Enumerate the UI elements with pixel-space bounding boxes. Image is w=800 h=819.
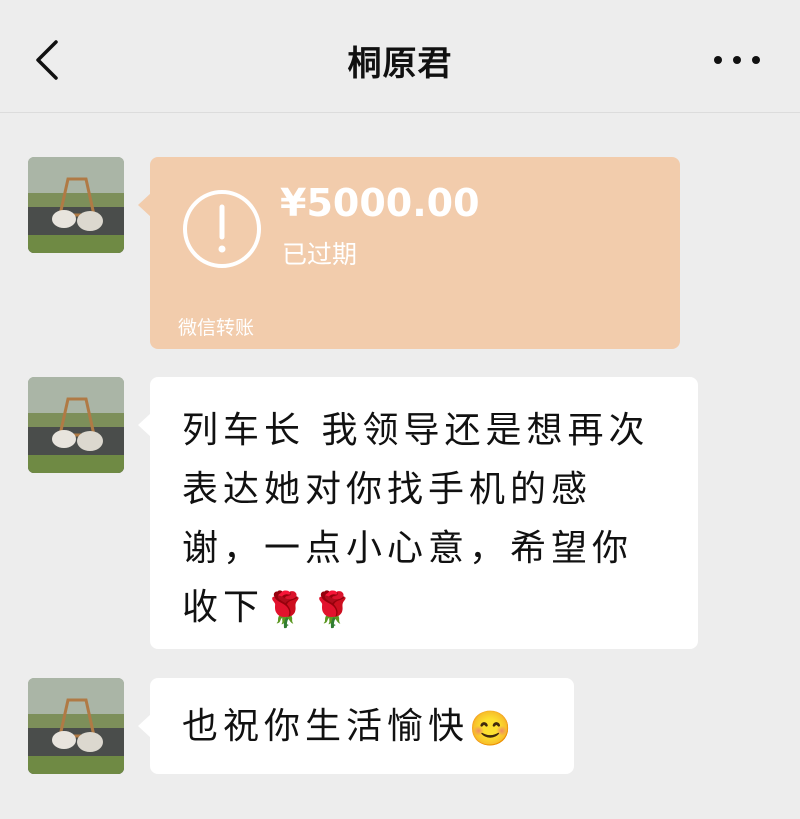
avatar[interactable] xyxy=(28,678,124,774)
message-bubble[interactable]: 也祝你生活愉快😊 xyxy=(138,678,574,774)
message-text-body: 列车长 我领导还是想再次 表达她对你找手机的感 谢，一点小心意，希望你 收下 xyxy=(182,410,650,628)
exclamation-circle-icon xyxy=(180,187,264,271)
transfer-status: 已过期 xyxy=(282,240,358,269)
more-dots-icon[interactable] xyxy=(712,50,762,70)
transfer-card[interactable]: ¥5000.00 已过期 微信转账 xyxy=(138,157,680,349)
message-bubble[interactable]: 列车长 我领导还是想再次 表达她对你找手机的感 谢，一点小心意，希望你 收下🌹🌹 xyxy=(138,377,698,649)
transfer-amount: ¥5000.00 xyxy=(280,181,480,225)
avatar[interactable] xyxy=(28,157,124,253)
chat-header: 桐原君 xyxy=(0,0,800,113)
rose-emoji: 🌹🌹 xyxy=(264,589,359,630)
avatar[interactable] xyxy=(28,377,124,473)
transfer-label: 微信转账 xyxy=(178,317,255,339)
message-text-body: 也祝你生活愉快 xyxy=(182,706,470,747)
message-text: 也祝你生活愉快😊 xyxy=(182,697,516,759)
chat-title: 桐原君 xyxy=(347,44,453,84)
message-text: 列车长 我领导还是想再次 表达她对你找手机的感 谢，一点小心意，希望你 收下🌹🌹 xyxy=(182,401,682,640)
smile-emoji: 😊 xyxy=(469,708,517,749)
